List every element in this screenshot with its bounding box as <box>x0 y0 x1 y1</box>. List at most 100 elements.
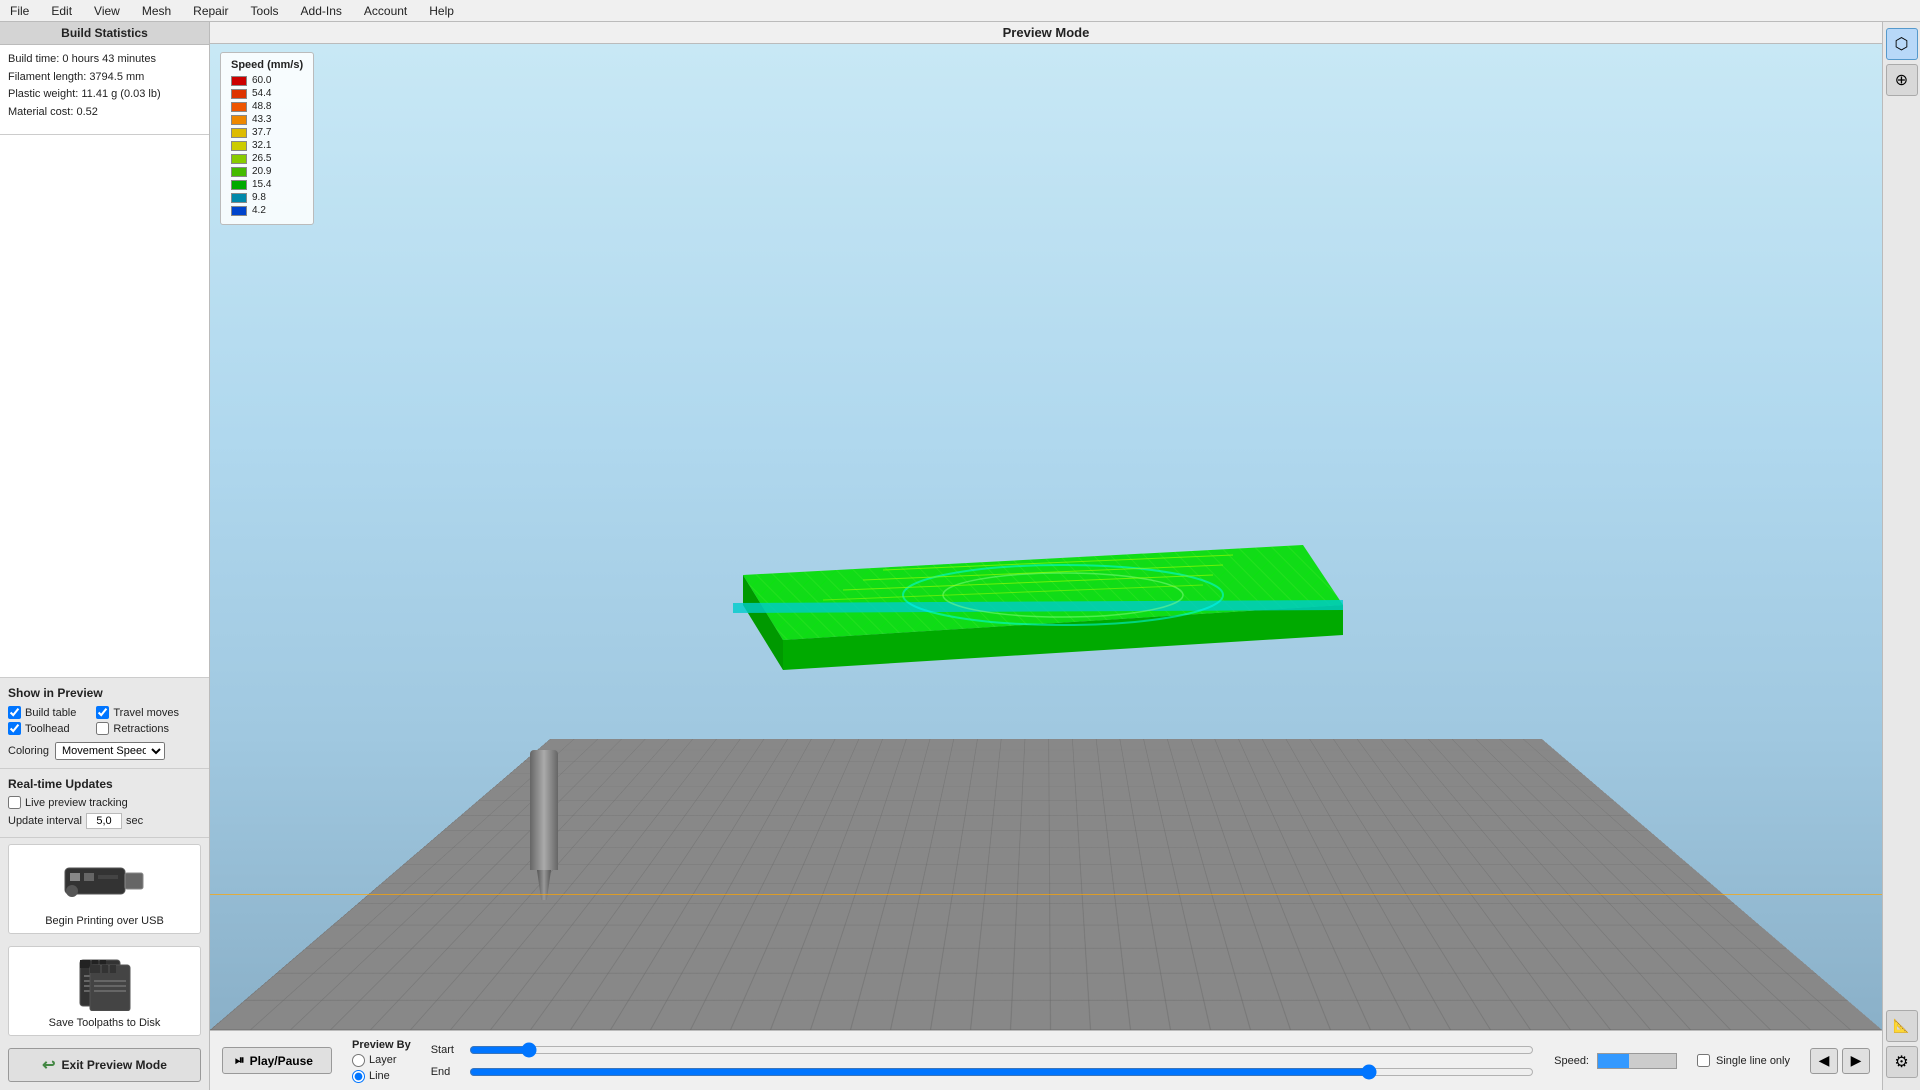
realtime-updates-section: Real-time Updates Live preview tracking … <box>0 769 209 838</box>
live-preview-checkbox[interactable] <box>8 796 21 809</box>
menu-tools[interactable]: Tools <box>247 2 283 20</box>
travel-moves-checkbox[interactable] <box>96 706 109 719</box>
nozzle-tip <box>537 870 551 900</box>
menu-help[interactable]: Help <box>425 2 458 20</box>
settings-tool-button[interactable]: ⚙ <box>1886 1046 1918 1078</box>
legend-value-8: 20.9 <box>252 166 271 177</box>
live-preview-label: Live preview tracking <box>25 797 128 809</box>
coloring-select[interactable]: Movement Speed Feature Type Temperature … <box>55 742 165 760</box>
filament-length-stat: Filament length: 3794.5 mm <box>8 69 201 87</box>
bottom-controls: ⏯ Play/Pause Preview By Layer Line Start <box>210 1030 1882 1090</box>
preview-white-area <box>0 135 209 678</box>
legend-value-11: 4.2 <box>252 205 266 216</box>
travel-moves-label: Travel moves <box>113 707 179 719</box>
navigation-buttons: ◀ ▶ <box>1810 1048 1870 1074</box>
end-slider[interactable] <box>469 1064 1534 1080</box>
legend-value-5: 37.7 <box>252 127 271 138</box>
start-slider[interactable] <box>469 1042 1534 1058</box>
legend-swatch-10 <box>231 193 247 203</box>
grid-floor <box>210 739 1882 1030</box>
update-interval-label: Update interval <box>8 815 82 827</box>
legend-swatch-6 <box>231 141 247 151</box>
cursor-tool-button[interactable]: ⬡ <box>1886 28 1918 60</box>
usb-label: Begin Printing over USB <box>45 915 164 927</box>
viewport-3d[interactable] <box>210 44 1882 1030</box>
start-label: Start <box>431 1044 461 1056</box>
menu-addins[interactable]: Add-Ins <box>297 2 346 20</box>
menu-edit[interactable]: Edit <box>47 2 76 20</box>
usb-image <box>60 853 150 909</box>
nav-next-button[interactable]: ▶ <box>1842 1048 1870 1074</box>
menu-repair[interactable]: Repair <box>189 2 232 20</box>
build-table-label: Build table <box>25 707 76 719</box>
show-in-preview-section: Show in Preview Build table Toolhead <box>0 678 209 769</box>
legend-value-6: 32.1 <box>252 140 271 151</box>
coloring-label: Coloring <box>8 745 49 757</box>
usb-card[interactable]: Begin Printing over USB <box>8 844 201 934</box>
menubar: File Edit View Mesh Repair Tools Add-Ins… <box>0 0 1920 22</box>
single-line-section: Single line only <box>1697 1054 1790 1067</box>
menu-mesh[interactable]: Mesh <box>138 2 175 20</box>
legend-swatch-11 <box>231 206 247 216</box>
preview-by-line-radio[interactable] <box>352 1070 365 1083</box>
speed-label: Speed: <box>1554 1055 1589 1067</box>
line-radio-label: Line <box>369 1070 390 1082</box>
legend-swatch-5 <box>231 128 247 138</box>
retractions-checkbox[interactable] <box>96 722 109 735</box>
sd-label: Save Toolpaths to Disk <box>49 1017 161 1029</box>
legend-item-4: 43.3 <box>231 114 303 125</box>
legend-value-4: 43.3 <box>252 114 271 125</box>
material-cost-stat: Material cost: 0.52 <box>8 104 201 122</box>
layer-radio-label: Layer <box>369 1054 397 1066</box>
legend-item-8: 20.9 <box>231 166 303 177</box>
menu-file[interactable]: File <box>6 2 33 20</box>
sd-card[interactable]: Save Toolpaths to Disk <box>8 946 201 1036</box>
toolhead-nozzle <box>530 750 558 900</box>
preview-by-layer-radio[interactable] <box>352 1054 365 1067</box>
start-end-section: Start End <box>431 1042 1534 1080</box>
realtime-updates-title: Real-time Updates <box>8 777 201 791</box>
preview-mode-label: Preview Mode <box>1003 25 1090 40</box>
play-pause-icon: ⏯ <box>235 1053 245 1068</box>
legend-value-7: 26.5 <box>252 153 271 164</box>
legend-value-10: 9.8 <box>252 192 266 203</box>
legend-item-10: 9.8 <box>231 192 303 203</box>
single-line-checkbox[interactable] <box>1697 1054 1710 1067</box>
legend-swatch-3 <box>231 102 247 112</box>
legend-swatch-4 <box>231 115 247 125</box>
toolhead-checkbox[interactable] <box>8 722 21 735</box>
legend-swatch-7 <box>231 154 247 164</box>
nav-prev-button[interactable]: ◀ <box>1810 1048 1838 1074</box>
play-pause-button[interactable]: ⏯ Play/Pause <box>222 1047 332 1074</box>
speed-bar-container <box>1597 1053 1677 1069</box>
preview-by-section: Preview By Layer Line <box>352 1039 411 1083</box>
build-stats-header: Build Statistics <box>0 22 209 45</box>
exit-preview-button[interactable]: ↩ Exit Preview Mode <box>8 1048 201 1082</box>
nozzle-body <box>530 750 558 870</box>
speed-section: Speed: <box>1554 1053 1677 1069</box>
legend-swatch-8 <box>231 167 247 177</box>
play-pause-label: Play/Pause <box>250 1054 313 1068</box>
end-label: End <box>431 1066 461 1078</box>
plastic-weight-stat: Plastic weight: 11.41 g (0.03 lb) <box>8 86 201 104</box>
legend-swatch-9 <box>231 180 247 190</box>
sd-image <box>60 955 150 1011</box>
update-interval-input[interactable] <box>86 813 122 829</box>
right-toolbar: ⬡ ⊕ 📐 ⚙ <box>1882 22 1920 1090</box>
speed-legend: Speed (mm/s) 60.0 54.4 48.8 43.3 37.7 <box>220 52 314 225</box>
legend-item-2: 54.4 <box>231 88 303 99</box>
legend-item-3: 48.8 <box>231 101 303 112</box>
legend-item-11: 4.2 <box>231 205 303 216</box>
legend-swatch-1 <box>231 76 247 86</box>
zoom-tool-button[interactable]: ⊕ <box>1886 64 1918 96</box>
exit-preview-label: Exit Preview Mode <box>62 1058 167 1072</box>
update-interval-unit: sec <box>126 815 143 827</box>
measure-tool-button[interactable]: 📐 <box>1886 1010 1918 1042</box>
show-in-preview-title: Show in Preview <box>8 686 201 700</box>
menu-account[interactable]: Account <box>360 2 411 20</box>
build-stats-content: Build time: 0 hours 43 minutes Filament … <box>0 45 209 135</box>
menu-view[interactable]: View <box>90 2 124 20</box>
viewport-container: Preview Mode Speed (mm/s) 60.0 54.4 48.8… <box>210 22 1882 1090</box>
build-table-checkbox[interactable] <box>8 706 21 719</box>
sd-icon <box>55 953 155 1013</box>
